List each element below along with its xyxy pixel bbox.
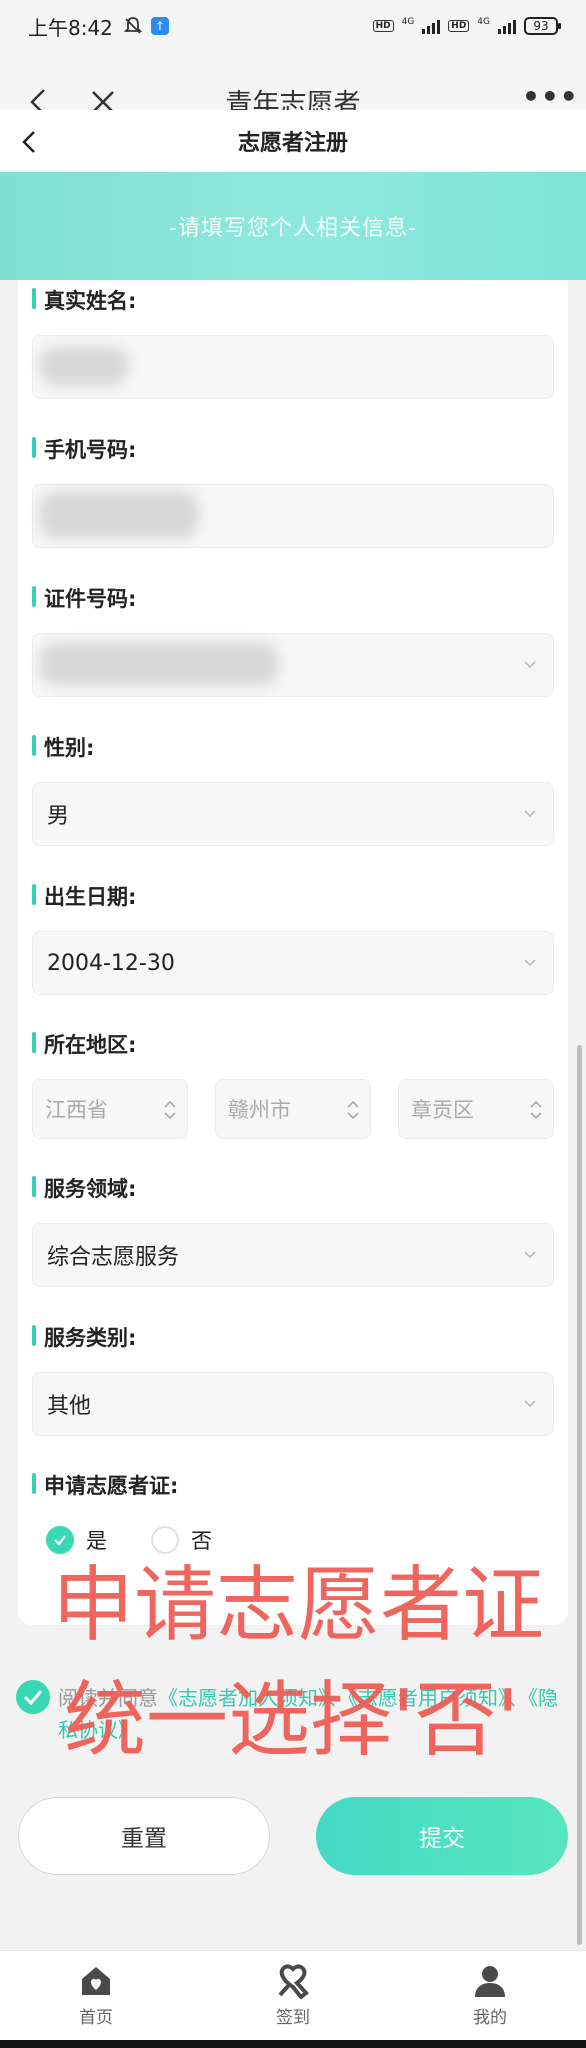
redacted-phone: [39, 491, 199, 539]
scrollbar[interactable]: [577, 1045, 582, 1945]
submit-button[interactable]: 提交: [316, 1797, 568, 1875]
check-icon: [54, 1535, 66, 1546]
city-select[interactable]: 赣州市: [215, 1079, 371, 1139]
name-label: 真实姓名:: [32, 285, 136, 315]
sort-icon: [347, 1100, 359, 1120]
status-time: 上午8:42: [28, 15, 113, 40]
chevron-down-icon: [524, 959, 536, 967]
upload-icon: ↑: [150, 17, 169, 35]
service-field-value: 综合志愿服务: [47, 1245, 180, 1270]
id-label: 证件号码:: [32, 583, 136, 613]
agreement-checkbox[interactable]: [16, 1680, 50, 1714]
gender-select[interactable]: 男: [32, 782, 554, 846]
name-input[interactable]: [32, 335, 554, 399]
registration-form: 真实姓名: 手机号码: 证件号码: 性别: 男 出生日期: 2004-12-30…: [18, 280, 568, 1625]
page-back-icon[interactable]: [16, 126, 44, 158]
id-select[interactable]: [32, 633, 554, 697]
city-value: 赣州市: [228, 1098, 291, 1122]
service-field-label: 服务领域:: [32, 1173, 136, 1203]
system-nav-bar: [0, 2040, 586, 2048]
service-type-select[interactable]: 其他: [32, 1372, 554, 1436]
tab-home-label: 首页: [79, 2008, 113, 2028]
check-icon: [23, 1690, 43, 1706]
tab-checkin-label: 签到: [276, 2008, 310, 2028]
hd-icon: HD: [372, 20, 394, 32]
certificate-label: 申请志愿者证:: [32, 1470, 178, 1500]
gender-value: 男: [47, 804, 70, 829]
region-label: 所在地区:: [32, 1029, 136, 1059]
status-bar: 上午8:42 ↑ HD 4G HD 4G 93: [0, 0, 586, 52]
tab-mine-label: 我的: [473, 2008, 507, 2028]
chevron-down-icon: [524, 1400, 536, 1408]
chevron-down-icon: [524, 661, 536, 669]
page-header: 志愿者注册: [0, 110, 586, 172]
gender-label: 性别:: [32, 732, 94, 762]
info-banner: -请填写您个人相关信息-: [0, 172, 586, 280]
sort-icon: [164, 1100, 176, 1120]
district-select[interactable]: 章贡区: [398, 1079, 554, 1139]
radio-yes-label: 是: [86, 1529, 107, 1553]
radio-no[interactable]: [151, 1526, 179, 1554]
radio-no-label: 否: [191, 1529, 212, 1553]
overlay-annotation-line2: 统一选择'否': [64, 1673, 520, 1768]
tab-mine[interactable]: 我的: [430, 1951, 550, 2048]
network-4g-label: 4G: [401, 17, 415, 27]
signal-icon-2: [498, 18, 516, 34]
birth-date-select[interactable]: 2004-12-30: [32, 931, 554, 995]
hd-icon-2: HD: [448, 20, 470, 32]
certificate-radio-group: 是 否: [46, 1520, 256, 1560]
banner-text: -请填写您个人相关信息-: [169, 216, 417, 241]
sort-icon: [530, 1100, 542, 1120]
birth-value: 2004-12-30: [47, 950, 175, 976]
bell-off-icon: [123, 17, 143, 34]
bottom-tab-bar: 首页 签到 我的: [0, 1950, 586, 2048]
battery-icon: 93: [524, 17, 561, 35]
tab-checkin[interactable]: 签到: [233, 1951, 353, 2048]
reset-button[interactable]: 重置: [18, 1797, 270, 1875]
district-value: 章贡区: [411, 1098, 474, 1122]
ribbon-icon: [278, 1964, 309, 1999]
phone-label: 手机号码:: [32, 434, 136, 464]
radio-yes[interactable]: [46, 1526, 74, 1554]
service-type-value: 其他: [47, 1394, 92, 1419]
redacted-name: [39, 346, 129, 386]
province-select[interactable]: 江西省: [32, 1079, 188, 1139]
chevron-down-icon: [524, 1251, 536, 1259]
service-field-select[interactable]: 综合志愿服务: [32, 1223, 554, 1287]
overlay-annotation-line1: 申请志愿者证: [52, 1558, 545, 1653]
tab-home[interactable]: 首页: [36, 1951, 156, 2048]
network-4g-label-2: 4G: [477, 17, 490, 27]
phone-input[interactable]: [32, 484, 554, 548]
birth-label: 出生日期:: [32, 881, 136, 911]
signal-icon: [422, 18, 441, 34]
page-title: 志愿者注册: [237, 131, 348, 156]
redacted-id: [39, 642, 279, 686]
chevron-down-icon: [524, 810, 536, 818]
user-icon: [475, 1966, 505, 1997]
service-type-label: 服务类别:: [32, 1322, 136, 1352]
province-value: 江西省: [45, 1098, 108, 1122]
home-heart-icon: [82, 1967, 110, 1995]
